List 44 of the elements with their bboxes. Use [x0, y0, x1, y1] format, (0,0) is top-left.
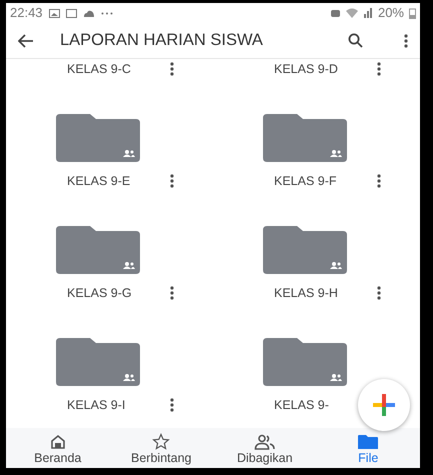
more-options-icon[interactable]: [170, 286, 174, 300]
more-options-icon[interactable]: [377, 286, 381, 300]
plus-icon: [373, 394, 395, 416]
back-arrow-icon[interactable]: [18, 34, 34, 48]
more-notifications-icon: [100, 12, 113, 14]
nav-tab[interactable]: File: [357, 434, 380, 465]
wifi-icon: [346, 8, 358, 18]
folder-icon: [357, 434, 380, 450]
nav-tab[interactable]: Dibagikan: [236, 434, 293, 465]
status-time: 22:43: [10, 4, 43, 22]
more-options-icon[interactable]: [170, 174, 174, 188]
shared-folder-icon[interactable]: [263, 114, 347, 162]
shared-folder-icon[interactable]: [263, 226, 347, 274]
more-options-icon[interactable]: [404, 34, 408, 48]
shared-folder-icon[interactable]: [56, 226, 140, 274]
nav-tab[interactable]: Berbintang: [131, 433, 192, 465]
folder-name[interactable]: KELAS 9-D: [274, 60, 338, 78]
search-icon[interactable]: [348, 33, 363, 48]
shared-folder-icon[interactable]: [56, 114, 140, 162]
shared-folder-icon[interactable]: [263, 338, 347, 386]
nav-tab[interactable]: Beranda: [34, 434, 82, 465]
add-button[interactable]: [358, 379, 410, 431]
screen-icon: [66, 8, 77, 18]
folder-name[interactable]: KELAS 9-E: [67, 172, 130, 190]
folder-name[interactable]: KELAS 9-F: [274, 172, 337, 190]
folder-name[interactable]: KELAS 9-H: [274, 284, 338, 302]
image-icon: [48, 8, 60, 18]
folder-name[interactable]: KELAS 9-I: [67, 396, 126, 414]
folder-name[interactable]: KELAS 9-G: [67, 284, 132, 302]
cloud-icon: [82, 10, 95, 16]
more-options-icon[interactable]: [377, 174, 381, 188]
battery-icon: [409, 8, 416, 18]
folder-title: LAPORAN HARIAN SISWA: [60, 30, 263, 52]
folder-name[interactable]: KELAS 9-: [274, 396, 329, 414]
people-icon: [254, 434, 276, 450]
signal-icon: [362, 8, 373, 18]
folder-name[interactable]: KELAS 9-C: [67, 60, 131, 78]
more-options-icon[interactable]: [170, 62, 174, 76]
more-options-icon[interactable]: [377, 62, 381, 76]
shared-folder-icon[interactable]: [56, 338, 140, 386]
battery-percent: 20%: [378, 4, 404, 22]
home-icon: [50, 434, 66, 450]
star-icon: [152, 433, 170, 450]
more-options-icon[interactable]: [170, 398, 174, 412]
